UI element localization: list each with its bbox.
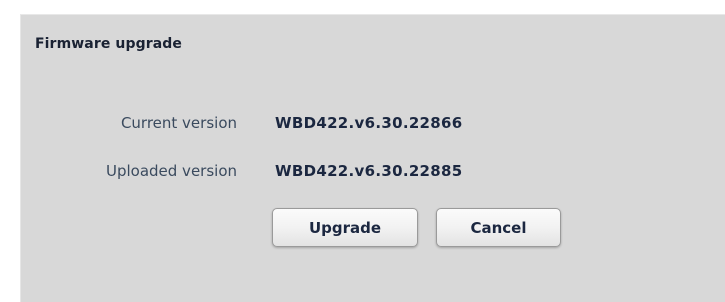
upgrade-button[interactable]: Upgrade xyxy=(272,208,418,247)
cancel-button[interactable]: Cancel xyxy=(436,208,561,247)
current-version-label: Current version xyxy=(120,114,237,132)
current-version-value: WBD422.v6.30.22866 xyxy=(275,114,463,132)
uploaded-version-value: WBD422.v6.30.22885 xyxy=(275,162,463,180)
firmware-upgrade-dialog: Firmware upgrade Current version WBD422.… xyxy=(20,14,725,302)
uploaded-version-label: Uploaded version xyxy=(105,162,237,180)
dialog-title: Firmware upgrade xyxy=(35,36,182,52)
